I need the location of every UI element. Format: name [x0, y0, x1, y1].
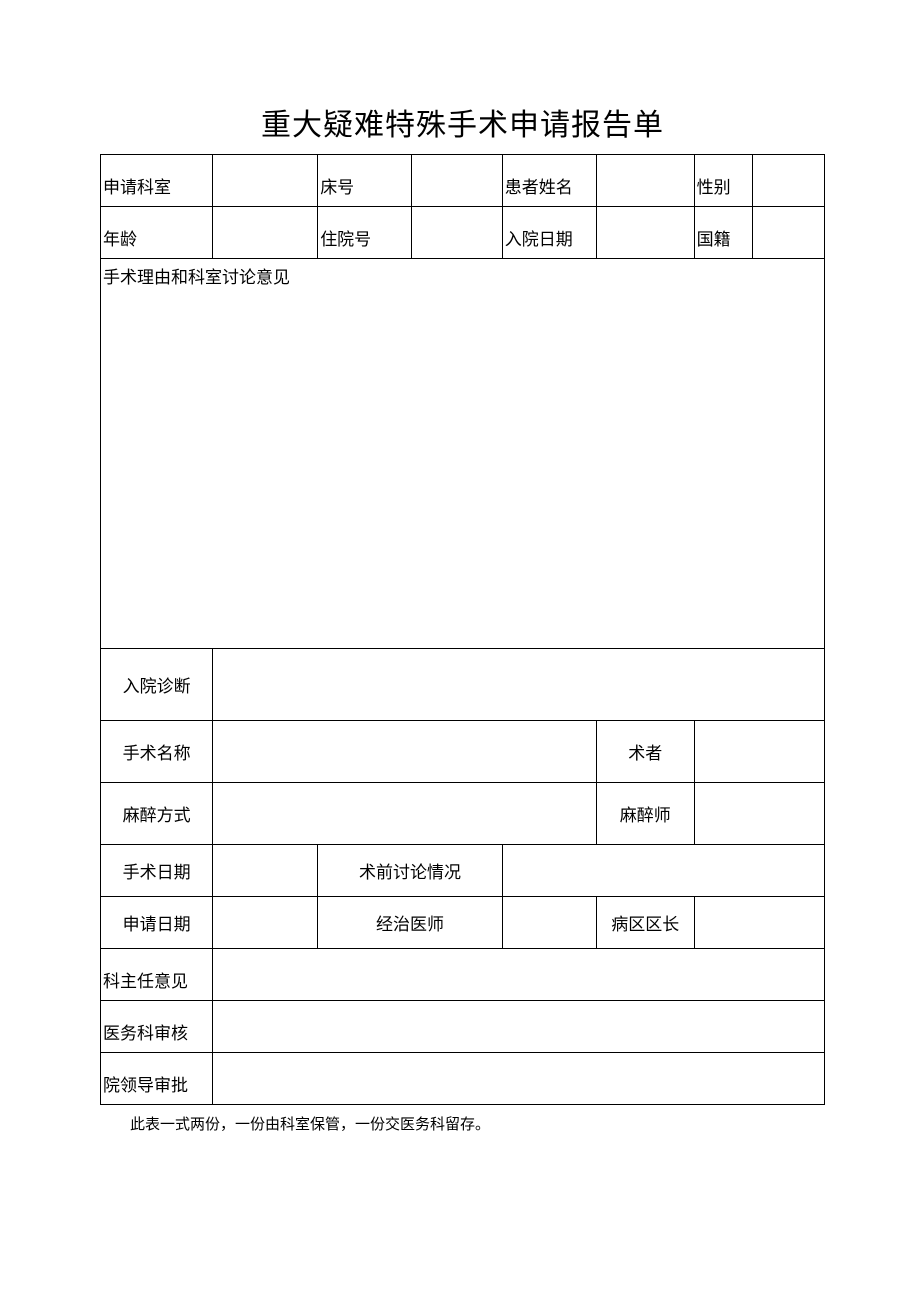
dept-value[interactable] — [213, 155, 318, 207]
surgery-date-value[interactable] — [213, 845, 318, 897]
application-form-table: 申请科室 床号 患者姓名 性别 年龄 住院号 入院日期 国籍 手术理由和科室讨论… — [100, 154, 825, 1105]
admission-no-label: 住院号 — [318, 207, 412, 259]
surgery-name-value[interactable] — [213, 721, 597, 783]
admission-date-value[interactable] — [596, 207, 694, 259]
reason-label: 手术理由和科室讨论意见 — [103, 268, 290, 287]
form-title: 重大疑难特殊手术申请报告单 — [100, 100, 825, 144]
medical-review-label: 医务科审核 — [101, 1001, 213, 1053]
admission-no-value[interactable] — [412, 207, 503, 259]
reason-cell[interactable]: 手术理由和科室讨论意见 — [101, 259, 825, 649]
attending-label: 经治医师 — [318, 897, 503, 949]
preop-value[interactable] — [502, 845, 824, 897]
anesthetist-label: 麻醉师 — [596, 783, 694, 845]
anesthesia-value[interactable] — [213, 783, 597, 845]
gender-value[interactable] — [752, 155, 824, 207]
medical-review-value[interactable] — [213, 1001, 825, 1053]
nationality-label: 国籍 — [694, 207, 752, 259]
apply-date-label: 申请日期 — [101, 897, 213, 949]
ward-chief-value[interactable] — [694, 897, 824, 949]
preop-label: 术前讨论情况 — [318, 845, 503, 897]
gender-label: 性别 — [694, 155, 752, 207]
attending-value[interactable] — [502, 897, 596, 949]
bed-value[interactable] — [412, 155, 503, 207]
admission-date-label: 入院日期 — [502, 207, 596, 259]
hospital-approval-value[interactable] — [213, 1053, 825, 1105]
anesthetist-value[interactable] — [694, 783, 824, 845]
age-label: 年龄 — [101, 207, 213, 259]
nationality-value[interactable] — [752, 207, 824, 259]
surgeon-label: 术者 — [596, 721, 694, 783]
apply-date-value[interactable] — [213, 897, 318, 949]
patient-value[interactable] — [596, 155, 694, 207]
surgeon-value[interactable] — [694, 721, 824, 783]
hospital-approval-label: 院领导审批 — [101, 1053, 213, 1105]
diagnosis-value[interactable] — [213, 649, 825, 721]
bed-label: 床号 — [318, 155, 412, 207]
ward-chief-label: 病区区长 — [596, 897, 694, 949]
surgery-date-label: 手术日期 — [101, 845, 213, 897]
diagnosis-label: 入院诊断 — [101, 649, 213, 721]
anesthesia-label: 麻醉方式 — [101, 783, 213, 845]
dept-head-value[interactable] — [213, 949, 825, 1001]
dept-label: 申请科室 — [101, 155, 213, 207]
age-value[interactable] — [213, 207, 318, 259]
footer-note: 此表一式两份，一份由科室保管，一份交医务科留存。 — [100, 1113, 825, 1134]
patient-label: 患者姓名 — [502, 155, 596, 207]
surgery-name-label: 手术名称 — [101, 721, 213, 783]
dept-head-label: 科主任意见 — [101, 949, 213, 1001]
